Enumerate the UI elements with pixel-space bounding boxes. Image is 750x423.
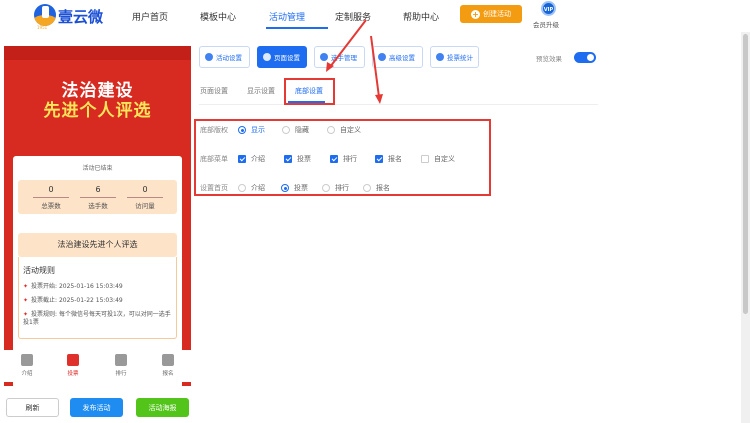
radio-home-signup[interactable]: 报名 (363, 183, 390, 193)
preview-tab-bar: 介绍 投票 排行 报名 (4, 350, 191, 382)
advanced-settings-button[interactable]: 高级设置 (372, 46, 423, 68)
bottom-menu-label: 底部菜单 (200, 155, 228, 163)
stat-label: 总票数 (41, 202, 61, 210)
nav-templates[interactable]: 模板中心 (200, 10, 236, 23)
vip-icon[interactable]: VIP (541, 1, 556, 16)
gear-icon (205, 53, 213, 61)
preview-tab-signup[interactable]: 报名 (153, 354, 183, 377)
vote-stats-button[interactable]: 投票统计 (430, 46, 479, 68)
nav-custom-service[interactable]: 定制服务 (335, 10, 371, 23)
bottom-panel-label: 底部版权 (200, 126, 228, 134)
preview-tab-vote[interactable]: 投票 (58, 354, 88, 377)
crown-icon (115, 354, 127, 366)
nav-activity-manage[interactable]: 活动管理 (269, 10, 305, 23)
radio-home-rank[interactable]: 排行 (322, 183, 349, 193)
activity-settings-button[interactable]: 活动设置 (199, 46, 250, 68)
home-page-label: 设置首页 (200, 184, 228, 192)
plus-icon: + (471, 9, 480, 19)
logo-icon[interactable] (34, 4, 56, 26)
page-scrollbar[interactable] (741, 32, 750, 423)
nav-active-indicator (266, 27, 328, 29)
contestant-manage-button[interactable]: 选手管理 (314, 46, 365, 68)
rule-item: ✦ 投票开始: 2025-01-16 15:03:49 (23, 283, 123, 290)
star-icon: ✦ (23, 297, 29, 304)
subtab-display-settings[interactable]: 显示设置 (247, 86, 275, 96)
star-icon: ✦ (23, 283, 29, 290)
nav-help[interactable]: 帮助中心 (403, 10, 439, 23)
preview-tab-rank[interactable]: 排行 (106, 354, 136, 377)
stat-divider (80, 197, 116, 198)
banner-title-line2: 先进个人评选 (43, 101, 152, 121)
publish-activity-button[interactable]: 发布活动 (70, 398, 123, 417)
logo-subtext: 1951 (37, 25, 48, 30)
stat-divider (33, 197, 69, 198)
checkbox-signup[interactable]: 报名 (375, 154, 402, 164)
subtab-page-settings[interactable]: 页面设置 (200, 86, 228, 96)
radio-hide[interactable]: 隐藏 (282, 125, 309, 135)
stat-label: 选手数 (88, 202, 108, 210)
checkbox-custom[interactable]: 自定义 (421, 154, 455, 164)
stat-divider (127, 197, 163, 198)
stat-value: 0 (142, 185, 148, 194)
preview-decor (4, 46, 191, 60)
stat-value: 6 (95, 185, 101, 194)
nav-home[interactable]: 用户首页 (132, 10, 168, 23)
star-icon: ✦ (23, 311, 29, 318)
rules-heading: 活动规则 (23, 266, 55, 275)
gear-icon (263, 53, 271, 61)
activity-poster-button[interactable]: 活动海报 (136, 398, 189, 417)
preview-tab-intro[interactable]: 介绍 (12, 354, 42, 377)
subtab-divider (199, 104, 598, 105)
checkbox-vote[interactable]: 投票 (284, 154, 311, 164)
refresh-button[interactable]: 刷新 (6, 398, 59, 417)
logo-text[interactable]: 壹云微 (58, 6, 103, 27)
person-icon (162, 354, 174, 366)
vip-upgrade-link[interactable]: 会员升级 (533, 19, 559, 29)
preview-toggle-label: 预览效果 (536, 55, 562, 63)
rule-item: ✦ 投票截止: 2025-01-22 15:03:49 (23, 297, 123, 304)
checkbox-intro[interactable]: 介绍 (238, 154, 265, 164)
rules-panel: 活动规则 ✦ 投票开始: 2025-01-16 15:03:49 ✦ 投票截止: 2… (18, 257, 177, 339)
page-settings-button[interactable]: 页面设置 (257, 46, 307, 68)
document-icon (21, 354, 33, 366)
home-icon (67, 354, 79, 366)
radio-home-vote[interactable]: 投票 (281, 183, 308, 193)
preview-toggle-switch[interactable] (574, 52, 596, 63)
annotation-box-subtab (284, 78, 335, 105)
checkbox-rank[interactable]: 排行 (330, 154, 357, 164)
create-activity-label: 创建活动 (483, 10, 511, 18)
phone-preview: 法治建设 先进个人评选 活动已结束 0 总票数 6 选手数 0 访问量 法治建设… (4, 46, 191, 386)
create-activity-button[interactable]: + 创建活动 (460, 5, 522, 23)
sliders-icon (378, 53, 386, 61)
activity-status: 活动已结束 (82, 165, 113, 172)
stat-label: 访问量 (135, 202, 155, 210)
stat-value: 0 (48, 185, 54, 194)
radio-show[interactable]: 显示 (238, 125, 265, 135)
rule-item: ✦ 投票规则: 每个微信号每天可投1次，可以对同一选手投1票 (23, 311, 171, 326)
radio-home-intro[interactable]: 介绍 (238, 183, 265, 193)
users-icon (320, 53, 328, 61)
stats-panel: 0 总票数 6 选手数 0 访问量 (18, 180, 177, 214)
event-title: 法治建设先进个人评选 (18, 233, 177, 257)
radio-custom[interactable]: 自定义 (327, 125, 361, 135)
top-navigation: 壹云微 1951 用户首页 模板中心 活动管理 定制服务 帮助中心 + 创建活动… (0, 0, 750, 32)
chart-icon (436, 53, 444, 61)
